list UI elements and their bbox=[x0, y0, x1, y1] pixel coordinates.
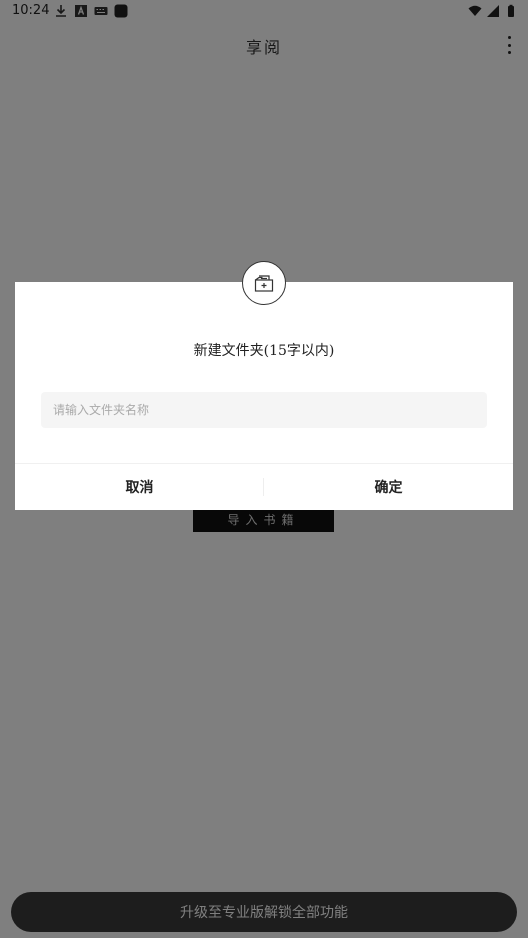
dialog-icon-badge bbox=[242, 261, 286, 305]
confirm-button[interactable]: 确定 bbox=[264, 464, 513, 510]
cancel-button[interactable]: 取消 bbox=[15, 464, 264, 510]
new-folder-icon bbox=[254, 275, 274, 292]
dialog-title: 新建文件夹(15字以内) bbox=[193, 343, 335, 359]
new-folder-dialog: 新建文件夹(15字以内) 取消 确定 bbox=[15, 282, 513, 510]
folder-name-input[interactable] bbox=[41, 392, 487, 428]
